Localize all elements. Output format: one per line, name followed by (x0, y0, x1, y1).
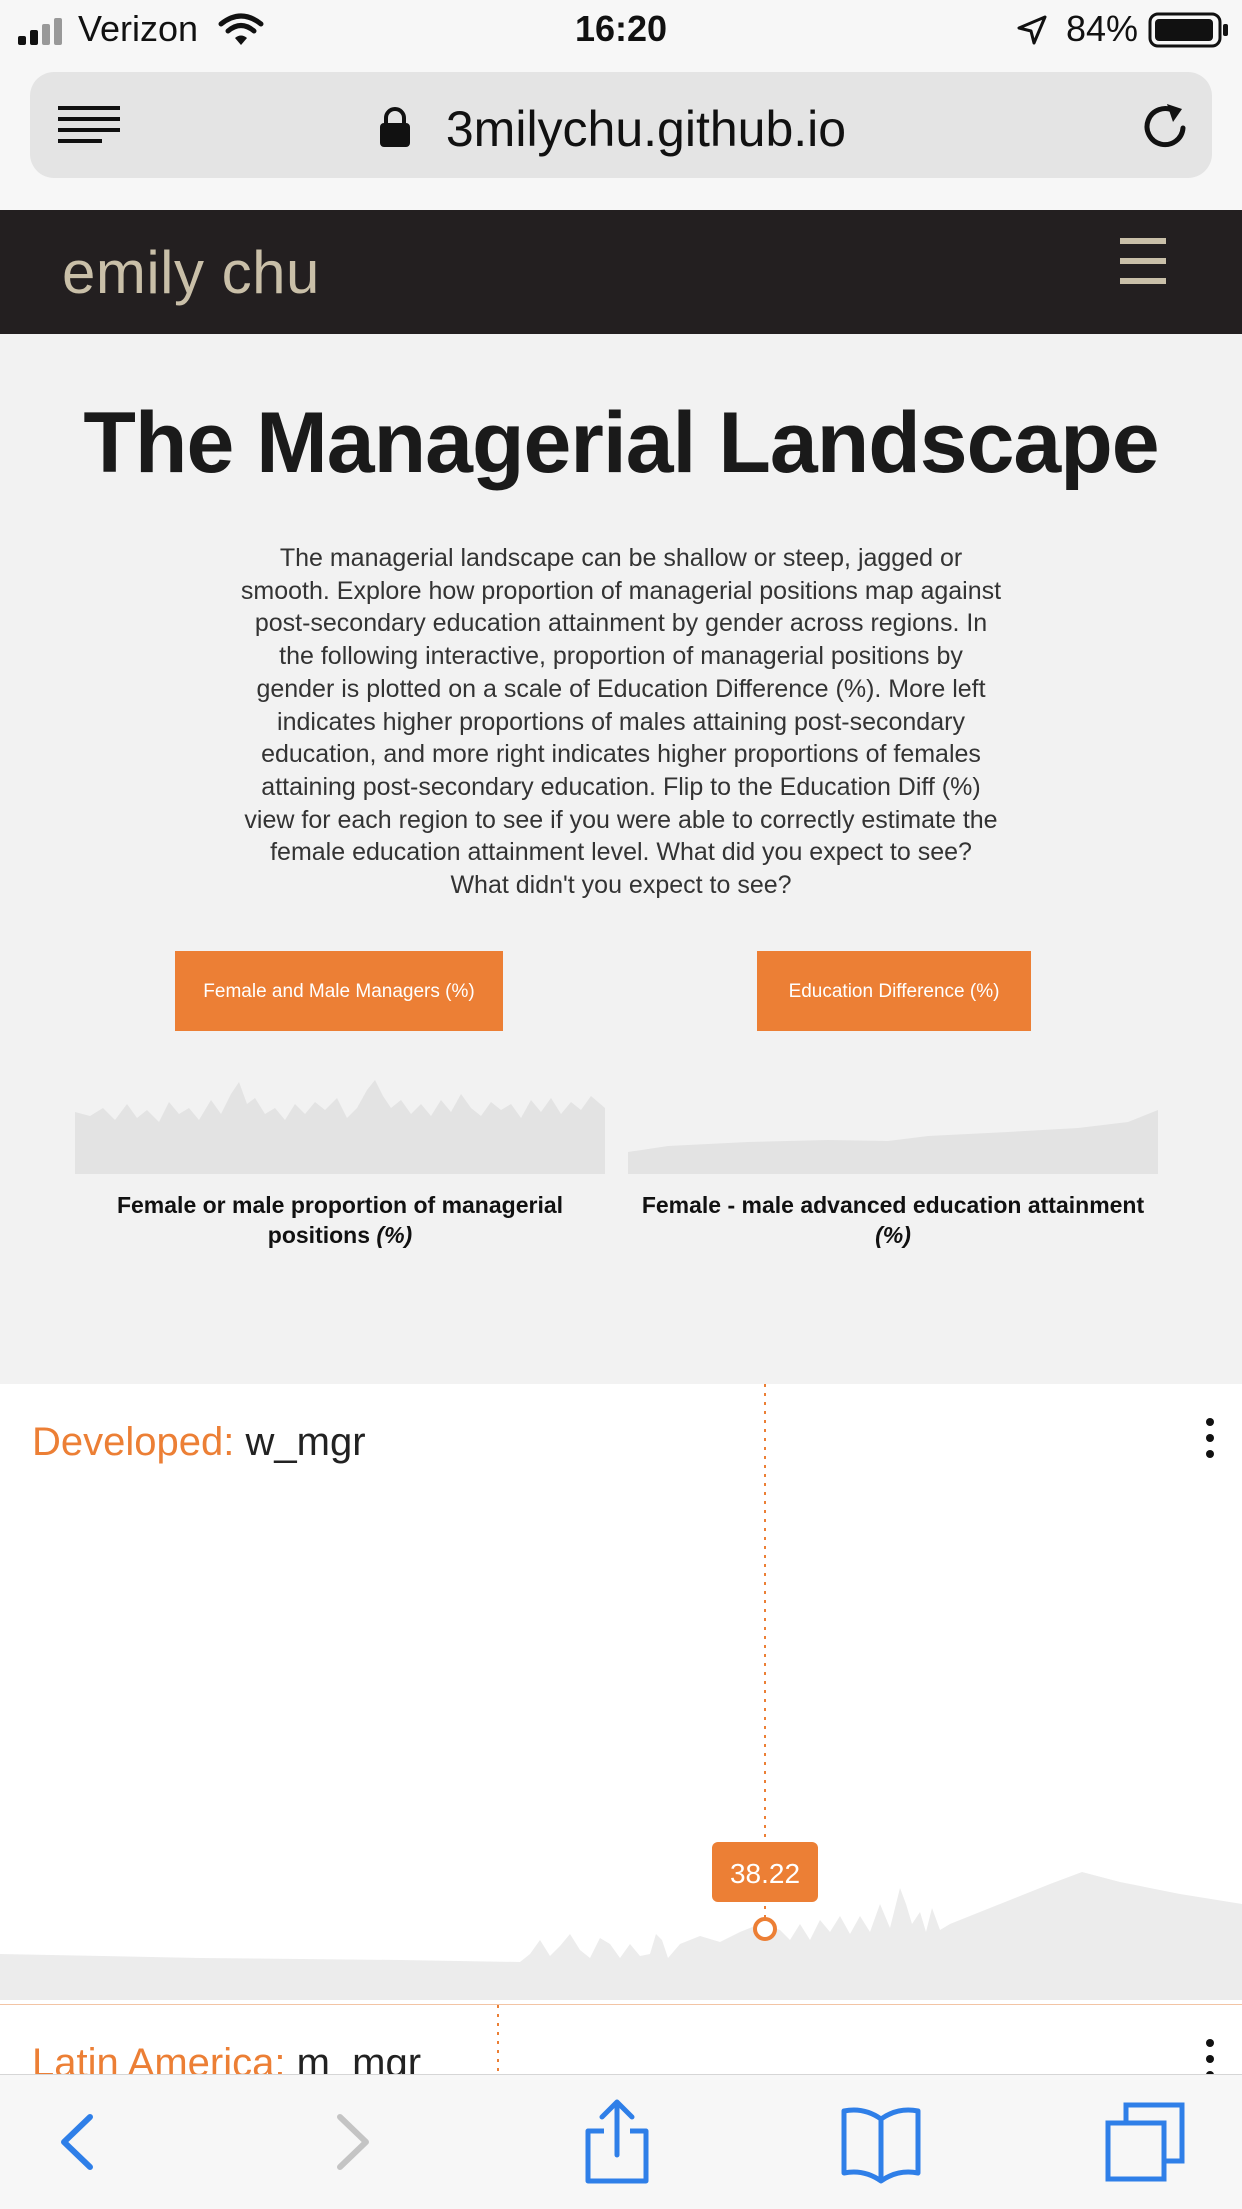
browser-toolbar (0, 2074, 1242, 2209)
intro-description: The managerial landscape can be shallow … (240, 544, 1002, 900)
lat-value-guide-line (497, 2005, 499, 2075)
value-marker (753, 1917, 777, 1941)
forward-icon[interactable] (308, 2097, 398, 2187)
status-bar: Verizon 16:20 84% (0, 0, 1242, 62)
managers-sparkline (75, 1080, 605, 1174)
region-metric: w_mgr (245, 1420, 366, 1464)
location-icon (1017, 15, 1047, 45)
share-icon[interactable] (572, 2097, 662, 2187)
tabs-icon[interactable] (1100, 2097, 1190, 2187)
developed-title: Developed: w_mgr (32, 1420, 366, 1465)
site-header: emily chu (0, 210, 1242, 334)
hamburger-menu-icon[interactable] (1120, 232, 1170, 292)
value-tooltip: 38.22 (729, 1858, 801, 1889)
education-view-button[interactable]: Education Difference (%) (757, 951, 1031, 1031)
education-sparkline (628, 1110, 1158, 1174)
developed-landscape-area (0, 1872, 1242, 2000)
address-bar[interactable]: 3milychu.github.io (30, 72, 1212, 178)
page-title: The Managerial Landscape (83, 395, 1159, 491)
region-name: Developed: (32, 1420, 235, 1464)
clock: 16:20 (574, 8, 668, 49)
intro-section: The Managerial Landscape The managerial … (0, 334, 1242, 1384)
managers-caption: Female or male proportion of managerial … (116, 1192, 564, 1248)
bookmarks-icon[interactable] (836, 2097, 926, 2187)
developed-landscape-plot[interactable] (0, 1384, 1242, 2004)
site-brand[interactable]: emily chu (62, 238, 320, 307)
more-options-icon[interactable] (1200, 1418, 1220, 1466)
developed-chart[interactable]: Developed: w_mgr 38.22 (0, 1384, 1242, 2004)
battery-percent: 84% (1066, 8, 1139, 49)
back-icon[interactable] (32, 2097, 122, 2187)
browser-chrome: 3milychu.github.io (0, 62, 1242, 210)
url-text[interactable]: 3milychu.github.io (30, 100, 1212, 158)
managers-view-button[interactable]: Female and Male Managers (%) (175, 951, 503, 1031)
reload-icon[interactable] (1140, 100, 1192, 152)
battery-icon (1148, 12, 1228, 48)
education-caption: Female - male advanced education attainm… (641, 1192, 1145, 1248)
